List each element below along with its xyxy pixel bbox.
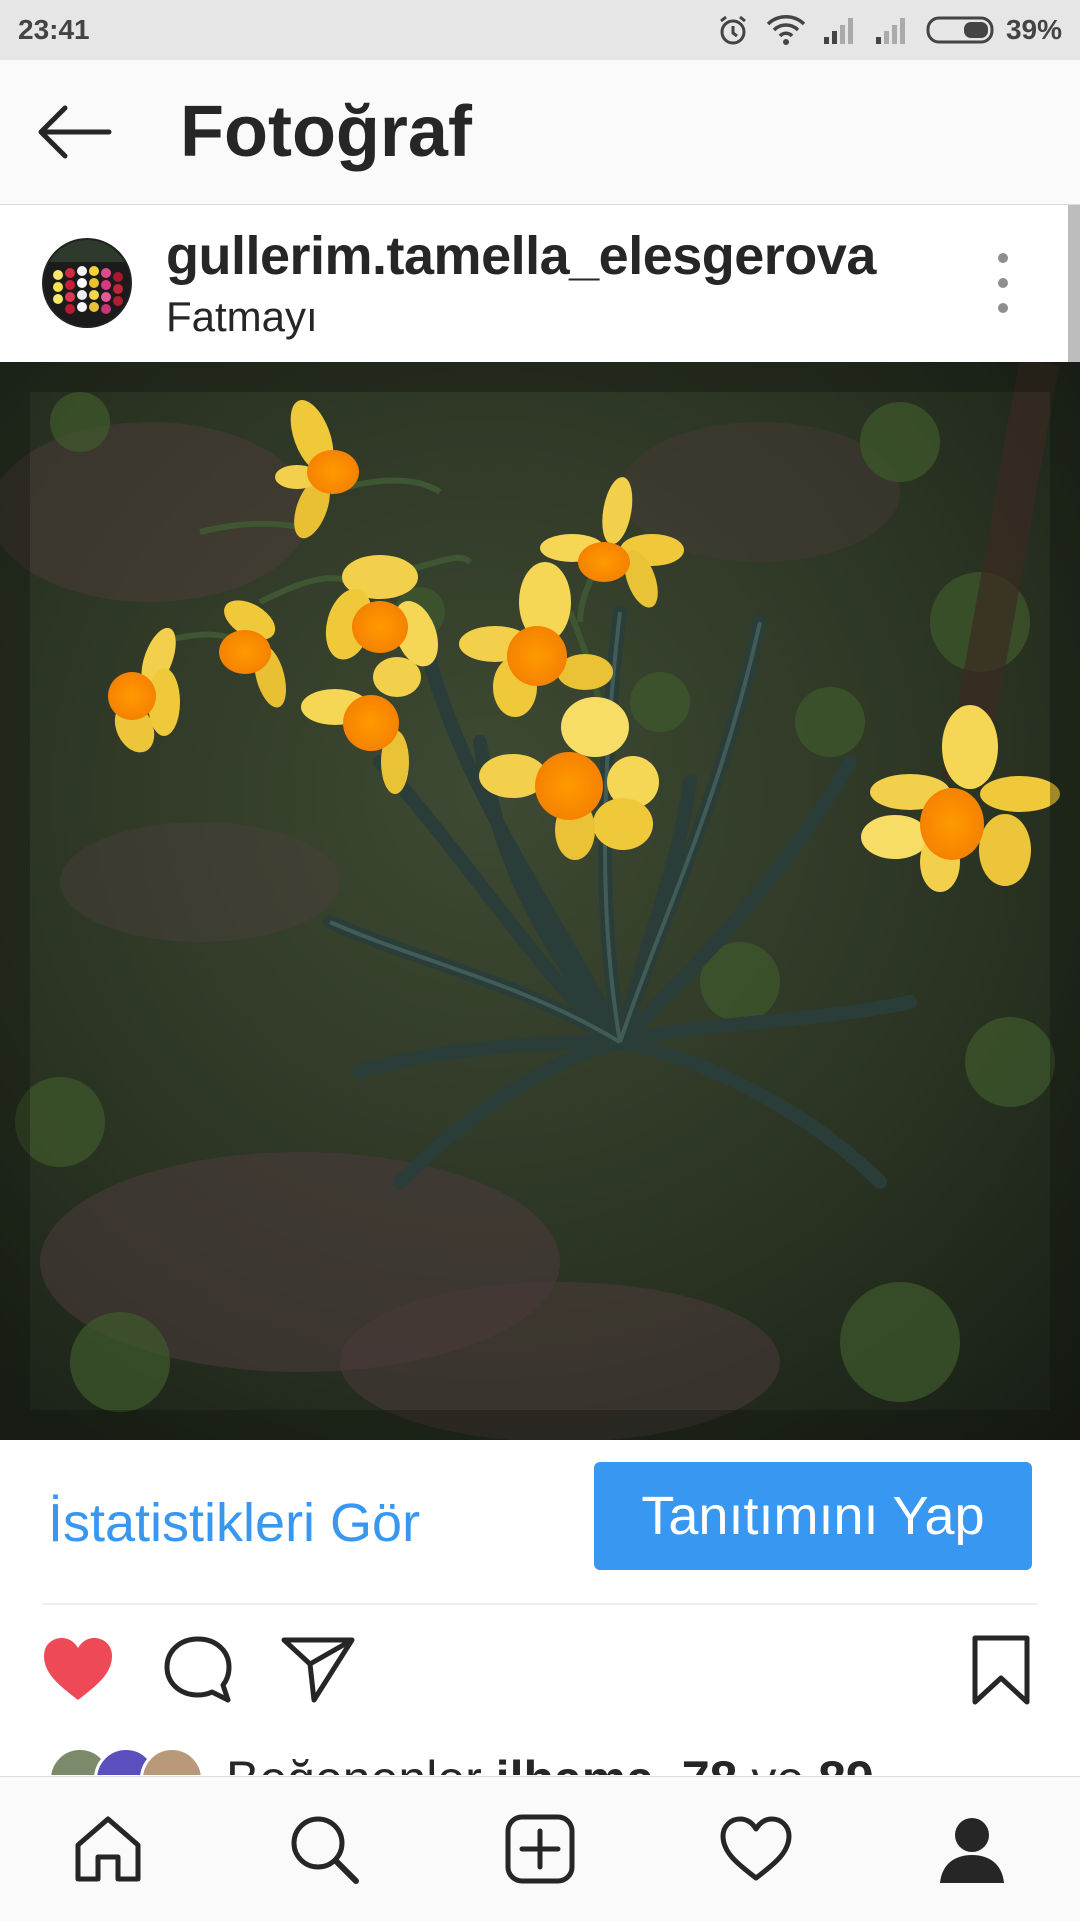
- promotion-row: İstatistikleri Gör Tanıtımını Yap: [0, 1440, 1080, 1605]
- arrow-left-icon: [38, 105, 112, 159]
- page-title: Fotoğraf: [180, 92, 472, 172]
- likes-count[interactable]: 89: [818, 1751, 874, 1775]
- status-icons: 39%: [716, 13, 1062, 47]
- avatar[interactable]: [42, 238, 132, 328]
- wifi-icon: [766, 15, 806, 45]
- tab-search[interactable]: [264, 1789, 384, 1909]
- post-header: gullerim.tamella_elesgerova Fatmayı: [0, 205, 1068, 361]
- activity-heart-icon: [720, 1816, 792, 1881]
- tab-home[interactable]: [48, 1789, 168, 1909]
- back-button[interactable]: [0, 60, 150, 204]
- likes-summary[interactable]: Beğenenler ilhama_78 ve 89: [226, 1750, 874, 1775]
- battery-percent: 39%: [1005, 14, 1062, 45]
- avatar-image: [44, 240, 130, 326]
- avatar: [140, 1747, 204, 1775]
- likes-first-user[interactable]: ilhama_78: [496, 1751, 738, 1775]
- tab-profile[interactable]: [912, 1789, 1032, 1909]
- share-icon[interactable]: [280, 1634, 356, 1709]
- promote-button[interactable]: Tanıtımını Yap: [594, 1462, 1032, 1570]
- home-icon: [75, 1816, 141, 1882]
- search-icon: [291, 1816, 359, 1884]
- tab-activity[interactable]: [696, 1789, 816, 1909]
- likes-prefix: Beğenenler: [226, 1751, 482, 1775]
- bottom-tab-bar: [0, 1776, 1080, 1921]
- scroll-indicator: [1068, 205, 1080, 365]
- signal-icon: [875, 18, 905, 44]
- user-block: gullerim.tamella_elesgerova Fatmayı: [166, 225, 876, 341]
- status-bar: 23:41 39%: [0, 0, 1080, 60]
- daffodils-photo: [0, 332, 1080, 1470]
- likes-row: Beğenenler ilhama_78 ve 89: [0, 1735, 1080, 1775]
- heart-filled-icon[interactable]: [40, 1634, 116, 1709]
- battery: 39%: [926, 14, 1062, 46]
- comment-icon[interactable]: [162, 1634, 234, 1711]
- add-post-icon: [505, 1814, 575, 1884]
- status-time: 23:41: [18, 14, 90, 45]
- signal-icon: [823, 18, 853, 44]
- post-username[interactable]: gullerim.tamella_elesgerova: [166, 225, 876, 287]
- app-bar: Fotoğraf: [0, 60, 1080, 205]
- likes-connector: ve: [751, 1751, 804, 1775]
- more-vertical-icon[interactable]: [988, 253, 1018, 313]
- bookmark-icon[interactable]: [970, 1634, 1032, 1711]
- view-insights-link[interactable]: İstatistikleri Gör: [48, 1492, 420, 1554]
- post-actions: [0, 1620, 1080, 1730]
- liker-avatars: [48, 1747, 204, 1775]
- post-photo[interactable]: [0, 332, 1080, 1470]
- profile-icon: [940, 1818, 1004, 1883]
- battery-icon: [926, 16, 994, 44]
- alarm-icon: [720, 15, 746, 45]
- post-location[interactable]: Fatmayı: [166, 293, 876, 341]
- divider: [42, 1603, 1038, 1605]
- tab-add-post[interactable]: [480, 1789, 600, 1909]
